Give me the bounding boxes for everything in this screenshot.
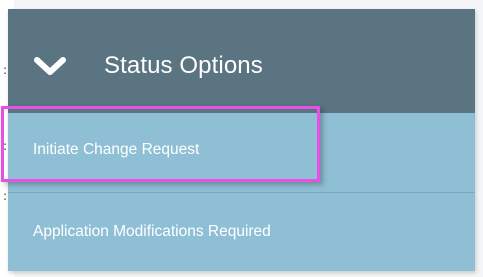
background-mark: : [3,139,8,153]
chevron-down-icon[interactable] [33,56,67,78]
status-options-header[interactable]: Status Options [8,9,475,113]
menu-divider [8,192,475,193]
background-mark: : [3,63,8,77]
status-options-title: Status Options [104,52,263,79]
menu-item-label: Application Modifications Required [33,223,271,240]
menu-item-label: Initiate Change Request [33,141,200,158]
menu-item-application-modifications-required[interactable]: Application Modifications Required [8,195,475,271]
menu-item-initiate-change-request[interactable]: Initiate Change Request [8,113,475,189]
background-mark: : [3,189,8,203]
status-options-menu: Status Options Initiate Change Request A… [8,9,475,271]
